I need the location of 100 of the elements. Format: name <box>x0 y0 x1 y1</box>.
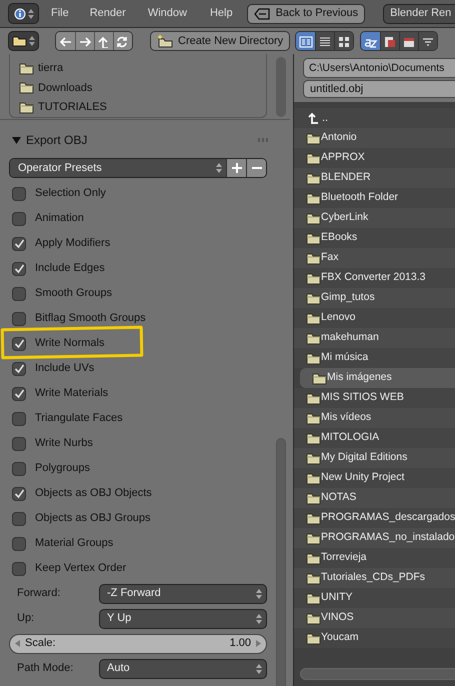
render-engine-dropdown[interactable]: Blender Ren <box>383 4 455 24</box>
checkbox-label[interactable]: Objects as OBJ Groups <box>35 510 151 527</box>
checkbox[interactable] <box>12 212 26 226</box>
sort-mode-button[interactable] <box>399 32 418 50</box>
create-directory-button[interactable]: Create New Directory <box>150 31 290 51</box>
folder-item[interactable]: Mis vídeos <box>294 408 455 428</box>
folder-item[interactable]: NOTAS <box>294 488 455 508</box>
updown-icon <box>216 163 222 173</box>
disclosure-triangle-icon[interactable] <box>12 136 21 144</box>
back-to-previous-button[interactable]: Back to Previous <box>246 4 366 24</box>
folder-item[interactable]: Lenovo <box>294 308 455 328</box>
checkbox-label[interactable]: Animation <box>35 210 84 227</box>
checkbox-label[interactable]: Bitflag Smooth Groups <box>35 310 146 327</box>
checkbox[interactable] <box>12 362 26 376</box>
panel-header[interactable]: Export OBJ <box>0 128 290 152</box>
folder-item[interactable]: Fax <box>294 248 455 268</box>
sort-button-group[interactable] <box>360 31 438 51</box>
folder-item[interactable]: Youcam <box>294 628 455 648</box>
sort-mode-button[interactable] <box>361 32 380 50</box>
forward-arrow-button[interactable] <box>75 32 94 50</box>
checkbox[interactable] <box>12 412 26 426</box>
display-mode-button[interactable] <box>296 32 316 50</box>
presets-dropdown[interactable]: Operator Presets <box>10 159 226 177</box>
folder-item[interactable]: Antonio <box>294 128 455 148</box>
folder-item[interactable]: EBooks <box>294 228 455 248</box>
checkbox-label[interactable]: Triangulate Faces <box>35 410 123 427</box>
checkbox[interactable] <box>12 536 26 550</box>
checkbox[interactable] <box>12 312 26 326</box>
folder-item[interactable]: MITOLOGIA <box>294 428 455 448</box>
sort-mode-button[interactable] <box>418 32 438 50</box>
folder-item[interactable]: APPROX <box>294 148 455 168</box>
folder-item[interactable]: Bluetooth Folder <box>294 188 455 208</box>
checkbox-label[interactable]: Write Materials <box>35 385 108 402</box>
parent-directory-button[interactable] <box>94 32 113 50</box>
checkbox[interactable] <box>12 486 26 500</box>
display-mode-button-group[interactable] <box>295 31 354 51</box>
back-arrow-button[interactable] <box>56 32 75 50</box>
folder-item[interactable]: UNITY <box>294 588 455 608</box>
folder-item[interactable]: BLENDER <box>294 168 455 188</box>
add-preset-button[interactable] <box>226 159 246 177</box>
field-label: Forward: <box>17 586 62 602</box>
horizontal-scrollbar[interactable] <box>300 668 455 680</box>
menu-item[interactable]: Render <box>90 5 126 22</box>
checkbox[interactable] <box>12 286 26 300</box>
checkbox[interactable] <box>12 436 26 450</box>
folder-item[interactable]: New Unity Project <box>294 468 455 488</box>
checkbox[interactable] <box>12 336 26 350</box>
checkbox[interactable] <box>12 512 26 526</box>
checkbox-label[interactable]: Material Groups <box>35 535 114 552</box>
folder-item[interactable]: makehuman <box>294 328 455 348</box>
info-menu-button[interactable] <box>8 3 39 24</box>
folder-item[interactable]: Mi música <box>294 348 455 368</box>
dropdown[interactable]: Y Up <box>99 608 267 628</box>
checkbox[interactable] <box>12 462 26 476</box>
bookmark-item[interactable]: tierra <box>10 59 266 78</box>
display-mode-button[interactable] <box>334 32 354 50</box>
refresh-button[interactable] <box>113 32 132 50</box>
dropdown[interactable]: Auto <box>99 658 267 678</box>
checkbox-label[interactable]: Selection Only <box>35 185 106 202</box>
bookmarks-menu-button[interactable] <box>8 31 39 51</box>
checkbox-label[interactable]: Write Normals <box>35 335 104 352</box>
checkbox-label[interactable]: Apply Modifiers <box>35 235 110 252</box>
checkbox-label[interactable]: Polygroups <box>35 460 90 477</box>
folder-item[interactable]: Mis imágenes <box>300 368 455 388</box>
menu-item[interactable]: File <box>51 5 69 22</box>
checkbox[interactable] <box>12 562 26 576</box>
checkbox[interactable] <box>12 236 26 250</box>
directory-path-field[interactable]: C:\Users\Antonio\Documents <box>303 58 455 78</box>
bookmark-item[interactable]: TUTORIALES <box>10 98 266 117</box>
menu-item[interactable]: Help <box>210 5 233 22</box>
menu-item[interactable]: Window <box>148 5 187 22</box>
parent-directory-item[interactable]: .. <box>294 108 455 128</box>
checkbox[interactable] <box>12 186 26 200</box>
display-mode-button[interactable] <box>315 32 334 50</box>
panel-title: Export OBJ <box>26 132 88 149</box>
folder-item[interactable]: MIS SITIOS WEB <box>294 388 455 408</box>
checkbox[interactable] <box>12 262 26 276</box>
checkbox-label[interactable]: Include Edges <box>35 260 105 277</box>
checkbox-label[interactable]: Keep Vertex Order <box>35 560 126 577</box>
folder-item[interactable]: VINOS <box>294 608 455 628</box>
folder-item[interactable]: Gimp_tutos <box>294 288 455 308</box>
checkbox-label[interactable]: Smooth Groups <box>35 285 112 302</box>
checkbox-label[interactable]: Objects as OBJ Objects <box>35 485 152 502</box>
folder-item[interactable]: Tutoriales_CDs_PDFs <box>294 568 455 588</box>
folder-item[interactable]: FBX Converter 2013.3 <box>294 268 455 288</box>
folder-item[interactable]: Torrevieja <box>294 548 455 568</box>
folder-item[interactable]: My Digital Editions <box>294 448 455 468</box>
remove-preset-button[interactable] <box>246 159 266 177</box>
checkbox-label[interactable]: Write Nurbs <box>35 435 93 452</box>
folder-item[interactable]: PROGRAMAS_descargados <box>294 508 455 528</box>
dropdown[interactable]: -Z Forward <box>99 584 267 604</box>
filename-field[interactable]: untitled.obj <box>303 80 455 98</box>
bookmark-item[interactable]: Downloads <box>10 78 266 98</box>
scrollbar[interactable] <box>276 438 286 686</box>
folder-item[interactable]: PROGRAMAS_no_instalado <box>294 528 455 548</box>
navigation-button-group[interactable] <box>55 31 133 51</box>
sort-mode-button[interactable] <box>380 32 400 50</box>
checkbox[interactable] <box>12 386 26 400</box>
folder-item[interactable]: CyberLink <box>294 208 455 228</box>
checkbox-label[interactable]: Include UVs <box>35 360 94 377</box>
